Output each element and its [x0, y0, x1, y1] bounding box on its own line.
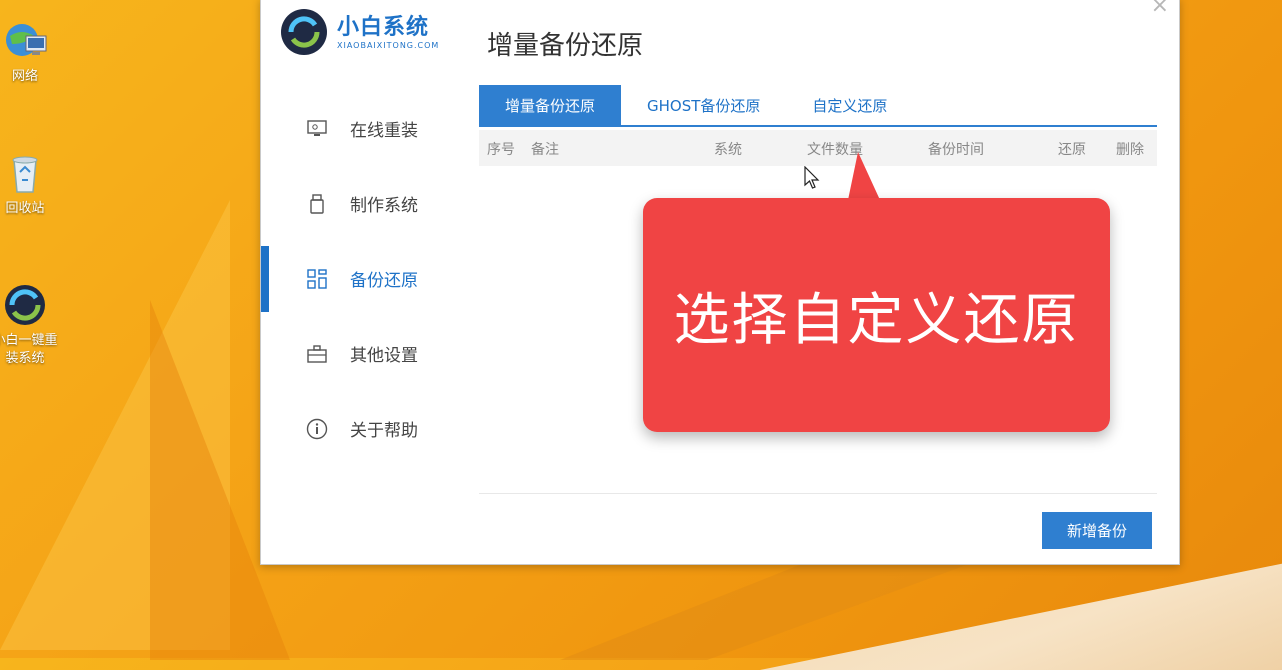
sidebar: 小白系统 XIAOBAIXITONG.COM 在线重装 制作系统 备份还原 其他… [261, 0, 461, 564]
column-header-restore: 还原 [1058, 142, 1086, 158]
column-header-delete: 删除 [1116, 142, 1144, 158]
column-header-index: 序号 [487, 142, 515, 158]
monitor-icon [306, 118, 328, 140]
tab-bar: 增量备份还原 GHOST备份还原 自定义还原 [479, 85, 1157, 127]
divider [479, 493, 1157, 494]
desktop-icon-network[interactable]: 网络 [0, 18, 60, 86]
desktop-icon-label: 回收站 [5, 201, 45, 216]
sidebar-item-make-system[interactable]: 制作系统 [261, 166, 461, 241]
sidebar-item-online-reinstall[interactable]: 在线重装 [261, 91, 461, 166]
info-icon [306, 418, 328, 440]
grid-icon [306, 268, 328, 290]
briefcase-icon [306, 343, 328, 365]
sidebar-item-other-settings[interactable]: 其他设置 [261, 316, 461, 391]
sidebar-item-label: 制作系统 [350, 196, 418, 216]
table-header: 序号 备注 系统 文件数量 备份时间 还原 删除 [479, 130, 1157, 166]
sidebar-item-about-help[interactable]: 关于帮助 [261, 391, 461, 466]
sidebar-item-backup-restore[interactable]: 备份还原 [261, 241, 461, 316]
sidebar-nav: 在线重装 制作系统 备份还原 其他设置 关于帮助 [261, 91, 461, 466]
sidebar-item-label: 其他设置 [350, 346, 418, 366]
sidebar-item-label: 在线重装 [350, 121, 418, 141]
desktop-icon-recycle-bin[interactable]: 回收站 [0, 150, 60, 218]
mouse-cursor-icon [804, 165, 820, 194]
add-backup-button[interactable]: 新增备份 [1042, 512, 1152, 549]
xiaobai-logo-icon [2, 282, 48, 328]
tutorial-callout: 选择自定义还原 [643, 198, 1110, 432]
desktop-icon-xiaobai[interactable]: 小白一键重装系统 [0, 282, 60, 368]
desktop-icon-label: 网络 [11, 69, 38, 84]
brand-logo: 小白系统 XIAOBAIXITONG.COM [281, 9, 439, 55]
recycle-bin-icon [2, 150, 48, 196]
page-title: 增量备份还原 [487, 31, 644, 61]
tab-custom-restore[interactable]: 自定义还原 [786, 85, 913, 125]
tab-incremental-backup[interactable]: 增量备份还原 [479, 85, 622, 125]
tab-ghost-backup[interactable]: GHOST备份还原 [621, 85, 786, 125]
brand-name: 小白系统 [337, 14, 430, 40]
network-icon [2, 18, 48, 64]
column-header-note: 备注 [531, 142, 559, 158]
column-header-system: 系统 [714, 142, 742, 158]
desktop-icon-label: 小白一键重装系统 [0, 333, 58, 366]
sidebar-item-label: 关于帮助 [350, 421, 418, 441]
column-header-backup-time: 备份时间 [928, 142, 984, 158]
usb-icon [306, 193, 328, 215]
sidebar-item-label: 备份还原 [350, 271, 418, 291]
brand-subtitle: XIAOBAIXITONG.COM [337, 40, 440, 50]
callout-pointer [848, 152, 880, 200]
xiaobai-logo-icon [281, 9, 327, 55]
